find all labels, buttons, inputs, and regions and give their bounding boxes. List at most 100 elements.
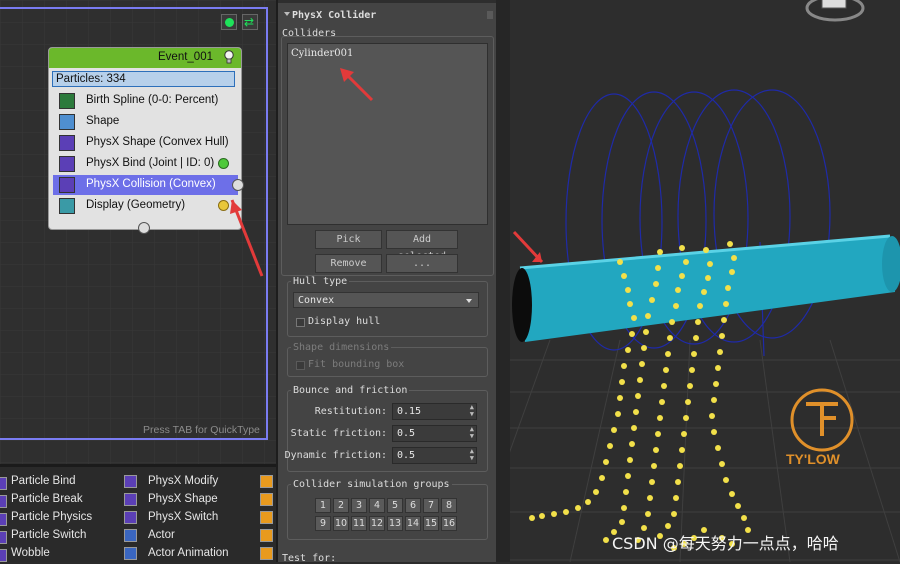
green-dot-icon [225, 18, 234, 27]
depot-item[interactable]: Particle Physics [11, 511, 92, 523]
static-friction-label: Static friction: [290, 428, 387, 439]
operator-birth-spline[interactable]: Birth Spline (0-0: Percent) [53, 91, 238, 111]
fit-bounding-box-checkbox[interactable] [296, 361, 305, 370]
depot-item[interactable]: Particle Switch [11, 529, 86, 541]
group-button-8[interactable]: 8 [441, 498, 457, 513]
group-button-3[interactable]: 3 [351, 498, 367, 513]
viewport-perspective[interactable]: TY'LOW [496, 0, 900, 562]
depot-item[interactable]: Particle Bind [11, 475, 76, 487]
group-button-16[interactable]: 16 [441, 516, 457, 531]
depot-item[interactable]: PhysX Shape [148, 493, 218, 505]
operator-icon [260, 547, 273, 560]
particle-count: Particles: 334 [52, 71, 235, 87]
restitution-spinner[interactable]: 0.15 ▲ ▼ [392, 403, 477, 420]
event-node[interactable]: Event_001 Particles: 334 Birth Spline (0… [48, 47, 242, 230]
group-button-5[interactable]: 5 [387, 498, 403, 513]
colliders-list[interactable]: Cylinder001 [287, 43, 488, 225]
group-button-15[interactable]: 15 [423, 516, 439, 531]
hull-type-title: Hull type [291, 276, 350, 287]
group-button-14[interactable]: 14 [405, 516, 421, 531]
operator-icon [260, 475, 273, 488]
collider-groups-title: Collider simulation groups [291, 479, 452, 490]
dynamic-friction-spinner[interactable]: 0.5 ▲ ▼ [392, 447, 477, 464]
operator-physx-bind[interactable]: PhysX Bind (Joint | ID: 0) [53, 154, 238, 174]
actor-animation-icon [124, 547, 137, 560]
toggle-button[interactable] [221, 14, 237, 30]
lightbulb-icon[interactable] [223, 50, 235, 64]
physx-bind-icon [59, 156, 75, 172]
depot-item[interactable]: PhysX Modify [148, 475, 218, 487]
restitution-value: 0.15 [397, 406, 422, 417]
depot-item[interactable]: Wobble [11, 547, 50, 559]
display-icon [59, 198, 75, 214]
collider-item[interactable]: Cylinder001 [291, 48, 353, 59]
group-button-1[interactable]: 1 [315, 498, 331, 513]
dynamic-friction-value: 0.5 [397, 450, 416, 461]
group-button-11[interactable]: 11 [351, 516, 367, 531]
hull-type-value: Convex [298, 295, 335, 306]
operator-label: Birth Spline (0-0: Percent) [86, 94, 219, 106]
group-button-10[interactable]: 10 [333, 516, 349, 531]
operator-icon [260, 529, 273, 542]
hull-type-dropdown[interactable]: Convex [293, 292, 479, 308]
add-selected-button[interactable]: Add selected [386, 230, 458, 262]
shape-dimensions-title: Shape dimensions [291, 342, 392, 353]
viewcube-icon [805, 0, 865, 22]
group-button-2[interactable]: 2 [333, 498, 349, 513]
collision-output-port[interactable] [232, 179, 244, 191]
group-button-9[interactable]: 9 [315, 516, 331, 531]
static-friction-spinner[interactable]: 0.5 ▲ ▼ [392, 425, 477, 442]
wobble-icon [0, 549, 7, 562]
depot-item[interactable]: Actor Animation [148, 547, 229, 559]
group-button-4[interactable]: 4 [369, 498, 385, 513]
rollout-title[interactable]: PhysX Collider [292, 10, 376, 21]
more-button[interactable]: ... [386, 254, 458, 273]
spinner-arrows-icon[interactable]: ▲ ▼ [470, 426, 474, 440]
remove-button[interactable]: Remove [315, 254, 382, 273]
output-port[interactable] [218, 158, 229, 169]
depot-item[interactable]: PhysX Switch [148, 511, 218, 523]
event-header[interactable]: Event_001 [49, 48, 241, 68]
annotation-arrow-icon [512, 230, 544, 264]
group-button-12[interactable]: 12 [369, 516, 385, 531]
shape-icon [59, 114, 75, 130]
spinner-arrows-icon[interactable]: ▲ ▼ [470, 404, 474, 418]
particle-flow-graph[interactable]: ⇄ Event_001 Particles: 334 Birth Spline … [0, 0, 276, 464]
rollout-collapse-icon[interactable] [284, 12, 290, 16]
operator-physx-shape[interactable]: PhysX Shape (Convex Hull) [53, 133, 238, 153]
dynamic-friction-label: Dynamic friction: [284, 450, 387, 461]
test-for-label: Test for: [282, 553, 337, 564]
chevron-down-icon [466, 299, 472, 303]
tyflow-logo-icon [790, 388, 854, 452]
group-button-6[interactable]: 6 [405, 498, 421, 513]
event-input-port[interactable] [138, 222, 150, 234]
physx-collision-icon [59, 177, 75, 193]
physx-shape-icon [59, 135, 75, 151]
group-button-7[interactable]: 7 [423, 498, 439, 513]
depot-item[interactable]: Particle Break [11, 493, 83, 505]
quicktype-hint: Press TAB for QuickType [143, 424, 260, 436]
operator-label: PhysX Collision (Convex) [86, 178, 216, 190]
refresh-button[interactable]: ⇄ [242, 14, 258, 30]
particle-physics-icon [0, 513, 7, 526]
operator-shape[interactable]: Shape [53, 112, 238, 132]
spinner-arrows-icon[interactable]: ▲ ▼ [470, 448, 474, 462]
physx-shape-icon [124, 493, 137, 506]
depot-item[interactable]: Actor [148, 529, 175, 541]
operator-label: PhysX Bind (Joint | ID: 0) [86, 157, 215, 169]
operator-physx-collision[interactable]: PhysX Collision (Convex) [53, 175, 238, 195]
birth-spline-icon [59, 93, 75, 109]
logo-text: TY'LOW [786, 451, 840, 467]
restitution-label: Restitution: [314, 406, 387, 417]
static-friction-value: 0.5 [397, 428, 416, 439]
display-port[interactable] [218, 200, 229, 211]
group-button-13[interactable]: 13 [387, 516, 403, 531]
operator-icon [260, 493, 273, 506]
bounce-friction-title: Bounce and friction [291, 385, 410, 396]
display-hull-checkbox[interactable] [296, 318, 305, 327]
operator-display[interactable]: Display (Geometry) [53, 196, 238, 216]
physx-modify-icon [124, 475, 137, 488]
pick-button[interactable]: Pick [315, 230, 382, 249]
hull-type-group [287, 281, 488, 337]
particle-break-icon [0, 495, 7, 508]
